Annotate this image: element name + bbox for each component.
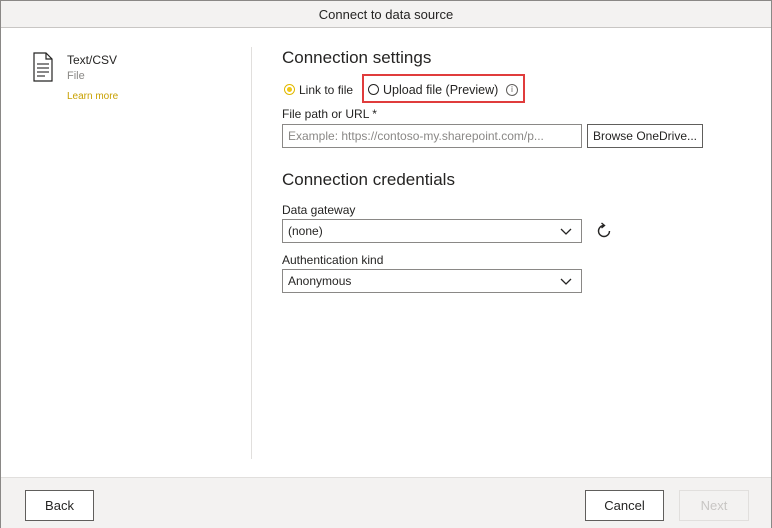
auth-kind-label: Authentication kind	[282, 253, 384, 267]
datasource-name: Text/CSV	[67, 53, 118, 67]
back-button[interactable]: Back	[25, 490, 94, 521]
file-path-label: File path or URL *	[282, 107, 377, 121]
dialog-window: Connect to data source Text/CSV File Lea…	[0, 0, 772, 528]
datasource-category: File	[67, 70, 85, 82]
data-gateway-label: Data gateway	[282, 203, 356, 217]
dialog-footer: Back Cancel Next	[1, 477, 771, 528]
chevron-down-icon	[560, 228, 572, 235]
file-text-icon	[33, 52, 53, 82]
cancel-button[interactable]: Cancel	[585, 490, 664, 521]
data-gateway-value: (none)	[288, 224, 323, 238]
learn-more-link[interactable]: Learn more	[67, 91, 118, 102]
dialog-title: Connect to data source	[1, 1, 771, 28]
upload-option-highlight-box	[362, 74, 525, 103]
next-button[interactable]: Next	[679, 490, 749, 521]
link-to-file-label: Link to file	[299, 83, 354, 97]
vertical-divider	[251, 47, 252, 459]
file-path-input[interactable]: Example: https://contoso-my.sharepoint.c…	[282, 124, 582, 148]
browse-onedrive-button[interactable]: Browse OneDrive...	[587, 124, 703, 148]
chevron-down-icon	[560, 278, 572, 285]
connection-credentials-heading: Connection credentials	[282, 170, 455, 189]
auth-kind-select[interactable]: Anonymous	[282, 269, 582, 293]
data-gateway-select[interactable]: (none)	[282, 219, 582, 243]
auth-kind-value: Anonymous	[288, 274, 352, 288]
refresh-icon[interactable]	[594, 221, 614, 241]
connection-settings-heading: Connection settings	[282, 48, 432, 67]
radio-selected-indicator	[284, 84, 295, 95]
